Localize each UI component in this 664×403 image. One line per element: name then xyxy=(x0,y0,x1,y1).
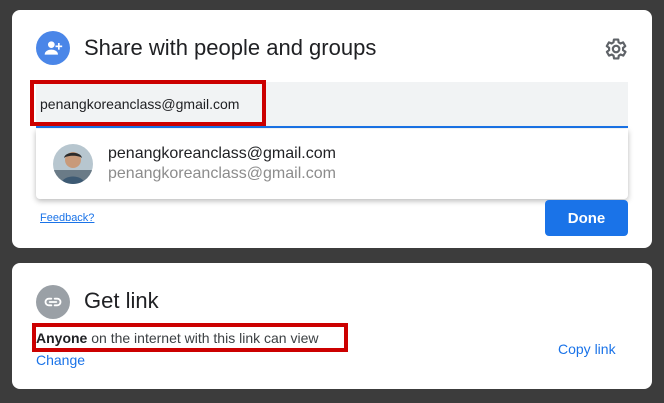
add-people-input-value[interactable]: penangkoreanclass@gmail.com xyxy=(40,96,239,112)
person-add-icon xyxy=(36,31,70,65)
link-icon xyxy=(36,285,70,319)
suggestion-name: penangkoreanclass@gmail.com xyxy=(108,145,336,162)
link-access-detail: on the internet with this link can view xyxy=(87,330,319,346)
done-button[interactable]: Done xyxy=(545,200,628,236)
get-link-title: Get link xyxy=(84,288,159,313)
get-link-card: Get link Anyone on the internet with thi… xyxy=(12,263,652,389)
link-access-scope: Anyone xyxy=(36,330,88,346)
share-dialog-card: Share with people and groups penangkorea… xyxy=(12,10,652,248)
gear-icon[interactable] xyxy=(602,36,628,62)
link-access-description: Anyone on the internet with this link ca… xyxy=(36,330,318,346)
change-access-link[interactable]: Change xyxy=(36,352,85,368)
suggestion-email: penangkoreanclass@gmail.com xyxy=(108,165,336,182)
add-people-input[interactable]: penangkoreanclass@gmail.com xyxy=(36,82,628,128)
contact-suggestion[interactable]: penangkoreanclass@gmail.com penangkorean… xyxy=(36,129,628,199)
feedback-link[interactable]: Feedback? xyxy=(40,212,94,224)
share-title: Share with people and groups xyxy=(84,35,377,60)
avatar xyxy=(53,144,93,184)
copy-link-button[interactable]: Copy link xyxy=(558,341,616,357)
